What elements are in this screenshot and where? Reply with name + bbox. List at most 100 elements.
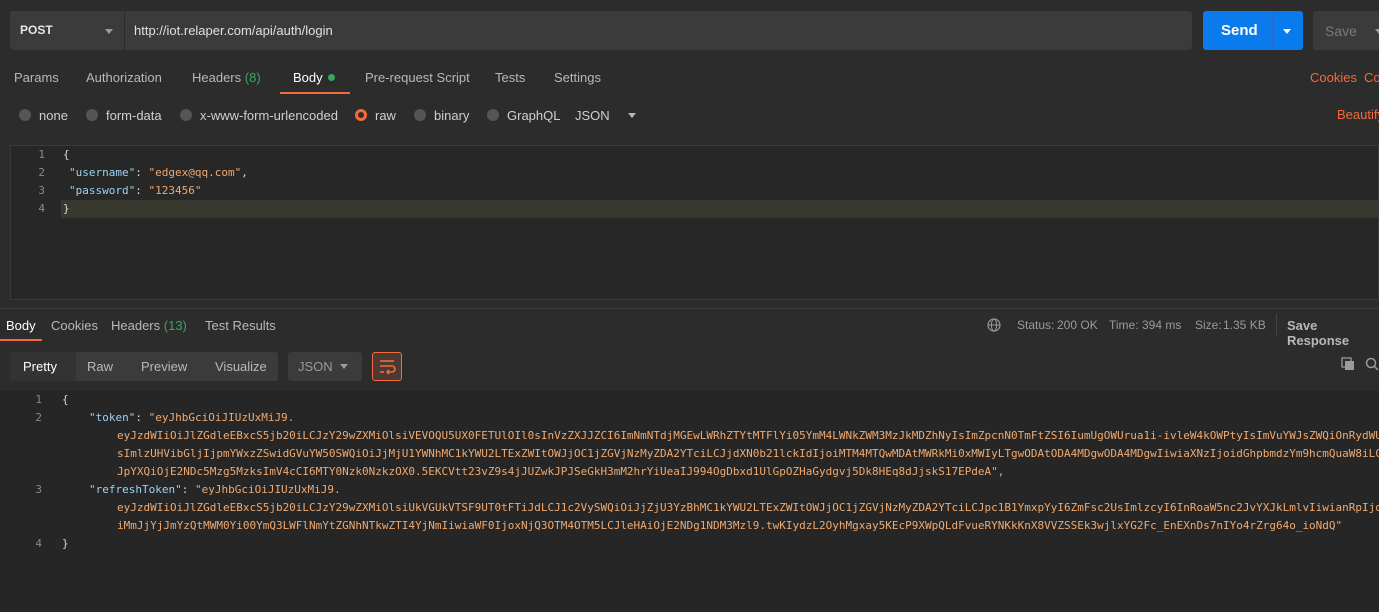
code-close-brace: }: [62, 537, 69, 550]
time-label: Time:: [1109, 318, 1139, 332]
cookies-link[interactable]: Cookies: [1310, 70, 1357, 85]
code-line-refresh-token: "refreshToken": "eyJhbGciOiJIUzUxMiJ9.: [89, 483, 341, 496]
status-label: Status:: [1017, 318, 1055, 332]
beautify-link[interactable]: Beautify: [1337, 107, 1379, 122]
response-body-viewer[interactable]: 1 2 3 4 { "token": "eyJhbGciOiJIUzUxMiJ9…: [0, 391, 1379, 612]
radio-form-data[interactable]: form-data: [86, 107, 162, 123]
request-body-editor[interactable]: 1 2 3 4 { "username": "edgex@qq.com", "p…: [10, 145, 1379, 300]
meta-divider: [1276, 314, 1277, 336]
refresh-token-continuation: eyJzdWIiOiJlZGdleEBxcS5jb20iLCJzY29wZXMi…: [117, 501, 1379, 514]
code-link[interactable]: Co: [1364, 70, 1379, 85]
radio-form-data-dot: [86, 109, 98, 121]
method-select[interactable]: POST: [10, 11, 124, 50]
radio-raw-label: raw: [375, 107, 396, 123]
view-visualize[interactable]: Visualize: [215, 359, 267, 374]
radio-binary-dot: [414, 109, 426, 121]
response-tab-test-results[interactable]: Test Results: [205, 318, 276, 333]
code-open-brace: {: [63, 148, 70, 161]
save-response-button[interactable]: Save Response: [1287, 318, 1379, 348]
tab-prerequest-script[interactable]: Pre-request Script: [365, 70, 470, 85]
radio-raw[interactable]: raw: [355, 107, 396, 123]
json-key: "username": [69, 166, 136, 179]
json-key: "token": [89, 411, 136, 424]
code-line-token: "token": "eyJhbGciOiJIUzUxMiJ9.: [89, 411, 295, 424]
code-close-brace: }: [63, 202, 70, 215]
time-value: 394 ms: [1142, 318, 1182, 332]
radio-raw-dot: [355, 109, 367, 121]
line-number: 1: [35, 393, 42, 406]
view-preview[interactable]: Preview: [141, 359, 187, 374]
tab-params[interactable]: Params: [14, 70, 59, 85]
radio-form-data-label: form-data: [106, 107, 162, 123]
tab-settings[interactable]: Settings: [554, 70, 601, 85]
size-value: 1.35 KB: [1223, 318, 1266, 332]
tab-headers[interactable]: Headers (8): [192, 70, 261, 85]
radio-graphql-label: GraphQL: [507, 107, 561, 123]
radio-urlencoded-label: x-www-form-urlencoded: [200, 107, 338, 123]
response-tab-headers[interactable]: Headers (13): [111, 318, 187, 333]
save-label: Save: [1325, 23, 1357, 39]
line-number: 4: [38, 202, 45, 215]
tab-body[interactable]: Body: [293, 70, 335, 85]
tab-authorization[interactable]: Authorization: [86, 70, 162, 85]
send-label: Send: [1221, 22, 1258, 39]
token-continuation: eyJzdWIiOiJlZGdleEBxcS5jb20iLCJzY29wZXMi…: [117, 429, 1379, 442]
line-number: 2: [35, 411, 42, 424]
json-value: "eyJhbGciOiJIUzUxMiJ9.: [194, 483, 341, 496]
url-input[interactable]: http://iot.relaper.com/api/auth/login: [125, 11, 1192, 50]
radio-none[interactable]: none: [19, 107, 68, 123]
line-number: 2: [38, 166, 45, 179]
tab-body-label: Body: [293, 70, 323, 85]
status-value: 200 OK: [1057, 318, 1098, 332]
json-value: "123456": [148, 184, 202, 197]
search-icon[interactable]: [1365, 357, 1379, 371]
response-tab-body[interactable]: Body: [6, 318, 36, 333]
radio-none-label: none: [39, 107, 68, 123]
send-options-icon[interactable]: [1283, 29, 1291, 34]
token-continuation: JpYXQiOjE2NDc5Mzg5MzksImV4cCI6MTY0Nzk0Nz…: [117, 465, 1005, 478]
view-raw[interactable]: Raw: [87, 359, 113, 374]
token-continuation: sImlzUHVibGljIjpmYWxzZSwidGVuYW50SWQiOiJ…: [117, 447, 1379, 460]
view-pretty[interactable]: Pretty: [23, 359, 57, 374]
body-indicator-dot: [327, 74, 335, 81]
chevron-down-icon: [340, 364, 348, 369]
radio-binary-label: binary: [434, 107, 470, 123]
copy-icon[interactable]: [1341, 357, 1355, 371]
save-options-icon[interactable]: [1375, 29, 1379, 34]
tab-headers-count: (8): [244, 70, 261, 85]
radio-urlencoded[interactable]: x-www-form-urlencoded: [180, 107, 338, 123]
save-button[interactable]: Save: [1313, 11, 1379, 50]
current-line-highlight: [61, 200, 1378, 218]
radio-graphql-dot: [487, 109, 499, 121]
body-format-select[interactable]: JSON: [575, 107, 636, 123]
refresh-token-continuation: iMmJjYjJmYzQtMWM0Yi00YmQ3LWFlNmYtZGNhNTk…: [117, 519, 1343, 532]
response-tab-headers-label: Headers: [111, 318, 161, 333]
wrap-lines-button[interactable]: [372, 352, 402, 381]
radio-none-dot: [19, 109, 31, 121]
body-format-label: JSON: [575, 107, 610, 123]
json-value: "edgex@qq.com": [148, 166, 242, 179]
line-number: 3: [38, 184, 45, 197]
radio-binary[interactable]: binary: [414, 107, 469, 123]
response-tab-cookies[interactable]: Cookies: [51, 318, 98, 333]
line-number: 4: [35, 537, 42, 550]
code-open-brace: {: [62, 393, 69, 406]
response-format-label: JSON: [298, 359, 333, 374]
line-number: 1: [38, 148, 45, 161]
send-button[interactable]: Send: [1203, 11, 1303, 50]
chevron-down-icon: [105, 29, 113, 34]
response-tab-headers-count: (13): [163, 318, 187, 333]
json-key: "password": [69, 184, 136, 197]
code-line-username: "username": "edgex@qq.com",: [69, 166, 248, 179]
json-value: "eyJhbGciOiJIUzUxMiJ9.: [148, 411, 295, 424]
active-tab-underline: [280, 92, 350, 94]
response-format-select[interactable]: JSON: [288, 352, 362, 381]
radio-graphql[interactable]: GraphQL: [487, 107, 560, 123]
response-view-selector: Pretty Raw Preview Visualize: [10, 352, 278, 381]
response-active-tab-underline: [0, 339, 42, 341]
tab-tests[interactable]: Tests: [495, 70, 525, 85]
globe-icon[interactable]: [987, 318, 1001, 332]
radio-urlencoded-dot: [180, 109, 192, 121]
panel-divider[interactable]: [0, 308, 1379, 309]
code-line-password: "password": "123456": [69, 184, 202, 197]
